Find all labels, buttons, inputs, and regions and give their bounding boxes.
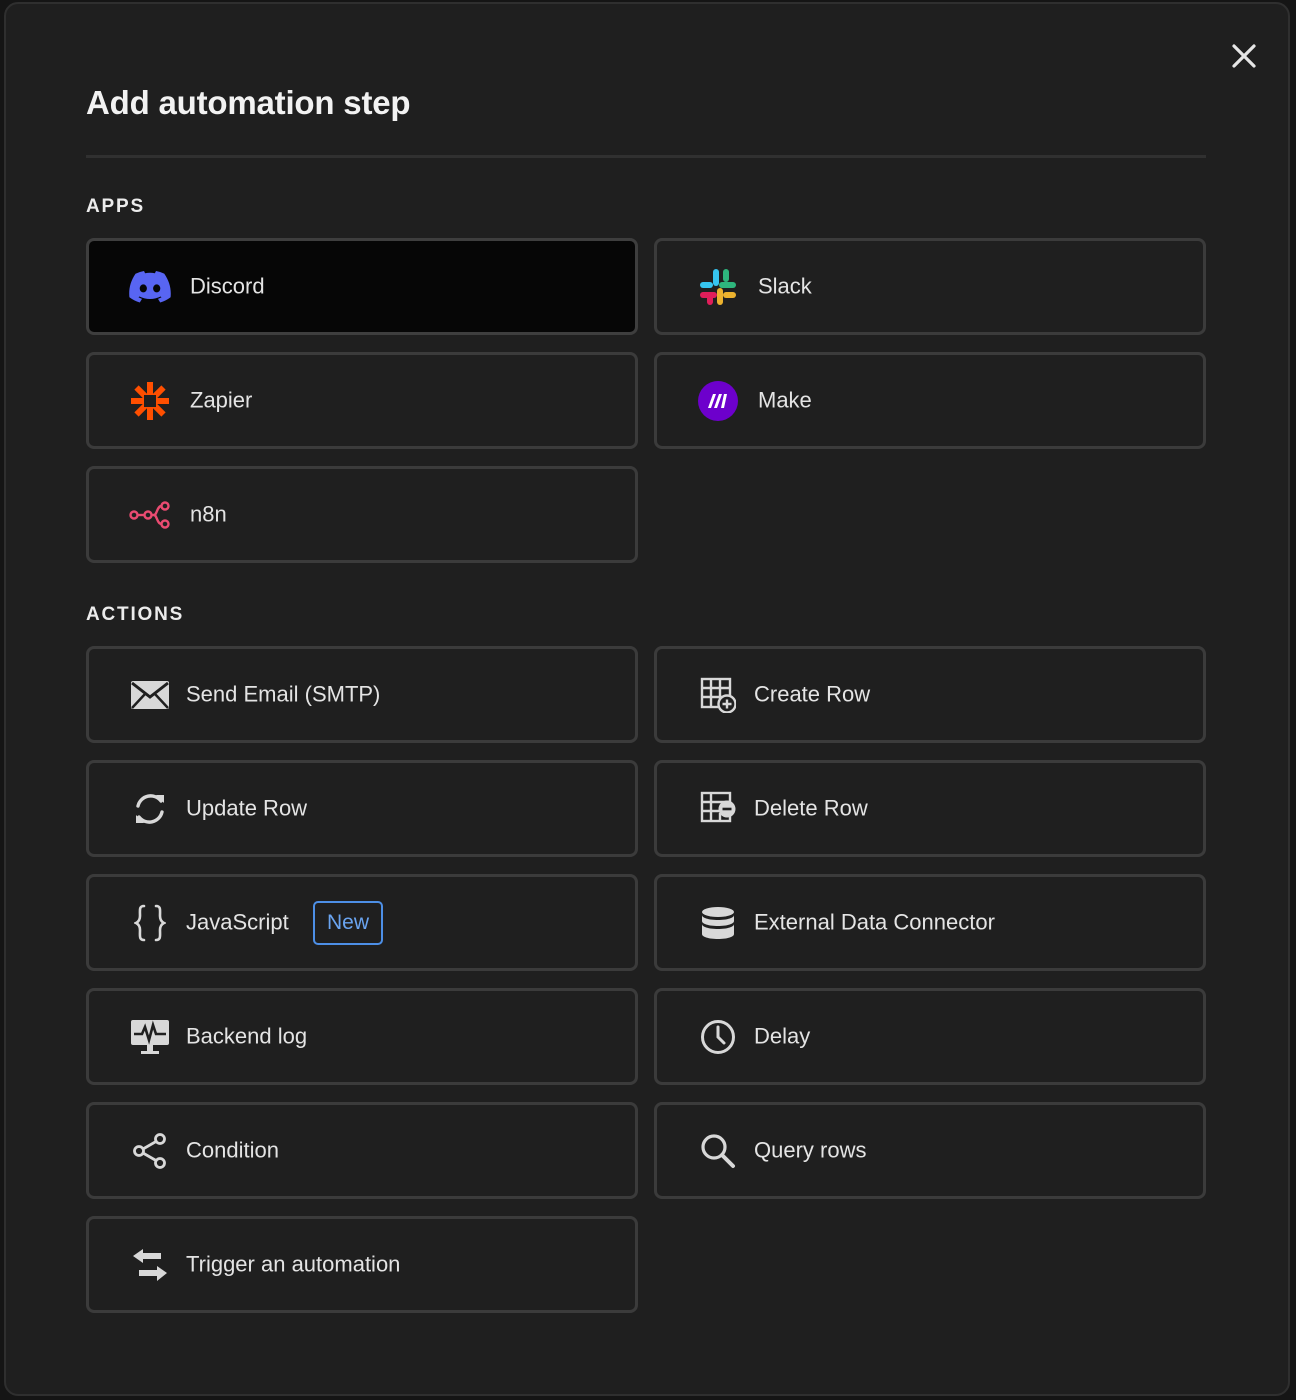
app-label: n8n bbox=[190, 500, 227, 526]
make-icon bbox=[697, 380, 739, 422]
braces-icon bbox=[129, 902, 171, 944]
app-label: Discord bbox=[190, 272, 265, 298]
app-card-make[interactable]: Make bbox=[654, 352, 1206, 449]
close-icon[interactable] bbox=[1226, 38, 1262, 74]
modal-title: Add automation step bbox=[86, 84, 411, 121]
action-card-delete-row[interactable]: Delete Row bbox=[654, 760, 1206, 857]
actions-heading: ACTIONS bbox=[86, 604, 185, 625]
action-card-send-email[interactable]: Send Email (SMTP) bbox=[86, 646, 638, 743]
action-label: Send Email (SMTP) bbox=[186, 680, 381, 706]
action-card-external-data-connector[interactable]: External Data Connector bbox=[654, 874, 1206, 971]
search-icon bbox=[697, 1130, 739, 1172]
zapier-icon bbox=[129, 380, 171, 422]
action-card-condition[interactable]: Condition bbox=[86, 1102, 638, 1199]
app-card-discord[interactable]: Discord bbox=[86, 238, 638, 335]
action-card-javascript[interactable]: JavaScript New bbox=[86, 874, 638, 971]
apps-heading: APPS bbox=[86, 196, 145, 217]
slack-icon bbox=[697, 266, 739, 308]
action-card-trigger-automation[interactable]: Trigger an automation bbox=[86, 1216, 638, 1313]
action-label: Trigger an automation bbox=[186, 1250, 401, 1276]
database-icon bbox=[697, 902, 739, 944]
app-label: Zapier bbox=[190, 386, 253, 412]
action-card-query-rows[interactable]: Query rows bbox=[654, 1102, 1206, 1199]
app-label: Slack bbox=[758, 272, 812, 298]
action-card-update-row[interactable]: Update Row bbox=[86, 760, 638, 857]
clock-icon bbox=[697, 1016, 739, 1058]
action-label: Create Row bbox=[754, 680, 871, 706]
action-label: Query rows bbox=[754, 1136, 867, 1162]
action-label: Delete Row bbox=[754, 794, 868, 820]
app-card-zapier[interactable]: Zapier bbox=[86, 352, 638, 449]
app-card-slack[interactable]: Slack bbox=[654, 238, 1206, 335]
refresh-icon bbox=[129, 788, 171, 830]
action-label: External Data Connector bbox=[754, 908, 995, 934]
app-label: Make bbox=[758, 386, 812, 412]
table-add-icon bbox=[697, 674, 739, 716]
action-label: Condition bbox=[186, 1136, 279, 1162]
title-divider bbox=[86, 155, 1206, 158]
app-card-n8n[interactable]: n8n bbox=[86, 466, 638, 563]
n8n-icon bbox=[129, 494, 171, 536]
new-badge: New bbox=[313, 900, 384, 945]
monitor-pulse-icon bbox=[129, 1016, 171, 1058]
action-label: Backend log bbox=[186, 1022, 308, 1048]
discord-icon bbox=[129, 266, 171, 308]
action-card-create-row[interactable]: Create Row bbox=[654, 646, 1206, 743]
action-card-backend-log[interactable]: Backend log bbox=[86, 988, 638, 1085]
action-label: Delay bbox=[754, 1022, 811, 1048]
action-label: JavaScript bbox=[186, 908, 289, 934]
action-label: Update Row bbox=[186, 794, 308, 820]
action-card-delay[interactable]: Delay bbox=[654, 988, 1206, 1085]
envelope-icon bbox=[129, 674, 171, 716]
branch-icon bbox=[129, 1130, 171, 1172]
table-remove-icon bbox=[697, 788, 739, 830]
swap-arrows-icon bbox=[129, 1244, 171, 1286]
